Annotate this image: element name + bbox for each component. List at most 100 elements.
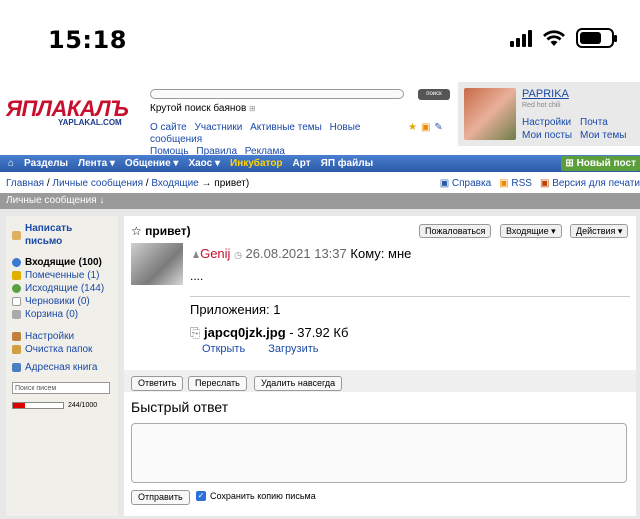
user-my-topics-link[interactable]: Мои темы [580,129,626,142]
home-icon[interactable]: ⌂ [8,158,14,169]
attachment-size: - 37.92 Кб [289,325,349,340]
page-tools: ▣ Справка ▣ RSS ▣ Версия для печати [440,178,640,189]
star-outline-icon[interactable]: ☆ [131,224,142,238]
user-links-left: Настройки Мои посты [522,116,572,142]
download-attachment-link[interactable]: Загрузить [268,343,318,355]
open-attachment-link[interactable]: Открыть [202,343,245,355]
hint-info-icon[interactable]: ⊞ [249,104,256,113]
battery-icon [576,28,617,48]
print-link[interactable]: ▣ Версия для печати [540,178,640,189]
nav-chat[interactable]: Общение ▾ [125,158,179,169]
site-header: ЯПЛАКАЛЪ YAPLAKAL.COM поиск Крутой поиск… [0,78,640,157]
message-panel: ☆ привет) Пожаловаться Входящие ▾ Действ… [124,216,636,516]
section-title[interactable]: Личные сообщения ↓ [0,193,640,209]
link-about[interactable]: О сайте [150,122,187,133]
message-recipient: Кому: мне [350,246,412,261]
keep-copy-label: Сохранить копию письма [210,491,316,501]
paperclip-icon: ⎘ [190,325,201,340]
crumb-home[interactable]: Главная [6,178,44,189]
outbox-icon [12,284,21,293]
plus-icon: ⊞ [565,158,574,169]
broom-icon [12,345,21,354]
site-logo[interactable]: ЯПЛАКАЛЪ YAPLAKAL.COM [6,96,136,127]
link-active-topics[interactable]: Активные темы [250,122,322,133]
message-body: .... [190,269,204,283]
crumb-inbox[interactable]: Входящие [151,178,198,189]
print-icon: ▣ [539,178,550,189]
user-my-posts-link[interactable]: Мои посты [522,129,572,142]
cellular-signal-icon [510,29,532,47]
quota-text: 244/1000 [68,402,98,409]
user-avatar[interactable] [464,88,516,140]
header-icons: ★ ▣ ✎ [408,122,443,133]
clean-folders-item[interactable]: Очистка папок [12,343,112,356]
quick-reply-textarea[interactable] [131,423,627,483]
address-book-item[interactable]: Адресная книга [12,361,112,374]
rss-link[interactable]: ▣ RSS [499,178,532,189]
search-button[interactable]: поиск [418,89,450,100]
nav-feed[interactable]: Лента ▾ [78,158,115,169]
link-members[interactable]: Участники [195,122,243,133]
rss-icon[interactable]: ▣ [421,122,430,133]
forward-button[interactable]: Переслать [188,376,247,391]
quota-bar [12,402,64,409]
attachment-links: Открыть Загрузить [202,343,339,355]
send-button[interactable]: Отправить [131,490,190,505]
user-mail-link[interactable]: Почта [580,116,626,129]
quick-reply-title: Быстрый ответ [131,399,229,415]
sender-name[interactable]: Genij [200,246,230,261]
draft-icon [12,297,21,306]
user-settings-link[interactable]: Настройки [522,116,572,129]
crumb-current: → привет) [201,178,250,189]
folder-drafts[interactable]: Черновики (0) [12,295,112,308]
help-link[interactable]: ▣ Справка [440,178,491,189]
user-name[interactable]: PAPRIKA [522,88,569,100]
wifi-icon [543,30,565,46]
folder-trash[interactable]: Корзина (0) [12,308,112,321]
reply-button[interactable]: Ответить [131,376,184,391]
sender-avatar[interactable] [131,243,183,285]
message-title: ☆ привет) [131,224,191,238]
delete-forever-button[interactable]: Удалить навсегда [254,376,343,391]
mail-search-input[interactable]: Поиск писем [12,382,110,394]
divider [190,296,630,297]
inbox-icon [12,258,21,267]
status-icons [510,28,617,48]
star-icon[interactable]: ★ [408,122,417,133]
new-post-button[interactable]: ⊞ Новый пост [561,156,640,171]
actions-button[interactable]: Действия ▾ [570,224,629,238]
attachments-label: Приложения: 1 [190,302,281,317]
report-button[interactable]: Пожаловаться [419,224,492,238]
main-nav: ⌂ Разделы Лента ▾ Общение ▾ Хаос ▾ Инкуб… [0,155,640,172]
nav-art[interactable]: Арт [293,158,311,169]
folder-marked[interactable]: Помеченные (1) [12,269,112,282]
status-bar: 15:18 [0,0,640,78]
nav-incubator[interactable]: Инкубатор [230,158,283,169]
nav-sections[interactable]: Разделы [24,158,68,169]
keep-copy-checkbox[interactable]: ✓ [196,491,206,501]
folder-inbox[interactable]: Входящие (100) [12,256,112,269]
crumb-pm[interactable]: Личные сообщения [52,178,143,189]
nav-files[interactable]: ЯП файлы [321,158,374,169]
search-input[interactable] [150,89,404,99]
status-time: 15:18 [48,26,127,54]
move-folder-button[interactable]: Входящие ▾ [500,224,562,238]
user-icon: ♟ [192,250,201,260]
compose-item[interactable]: Написать письмо [12,222,112,248]
message-meta: ♟Genij ◷ 26.08.2021 13:37 Кому: мне [192,246,411,261]
folder-outbox[interactable]: Исходящие (144) [12,282,112,295]
message-date: 26.08.2021 13:37 [245,246,347,261]
keep-copy-option[interactable]: ✓ Сохранить копию письма [196,491,316,501]
breadcrumb: Главная / Личные сообщения / Входящие → … [6,178,250,189]
pencil-icon[interactable]: ✎ [434,122,442,133]
wrench-icon [12,332,21,341]
trash-icon [12,310,21,319]
mailbox-quota: 244/1000 [12,399,112,412]
star-icon [12,271,21,280]
attachment-name: japcq0jzk.jpg [204,325,286,340]
search-hint: Крутой поиск баянов ⊞ [150,103,256,114]
user-panel: PAPRIKA Red hot chili Настройки Мои пост… [458,82,640,146]
nav-chaos[interactable]: Хаос ▾ [188,158,220,169]
user-links-right: Почта Мои темы [580,116,626,142]
settings-item[interactable]: Настройки [12,330,112,343]
